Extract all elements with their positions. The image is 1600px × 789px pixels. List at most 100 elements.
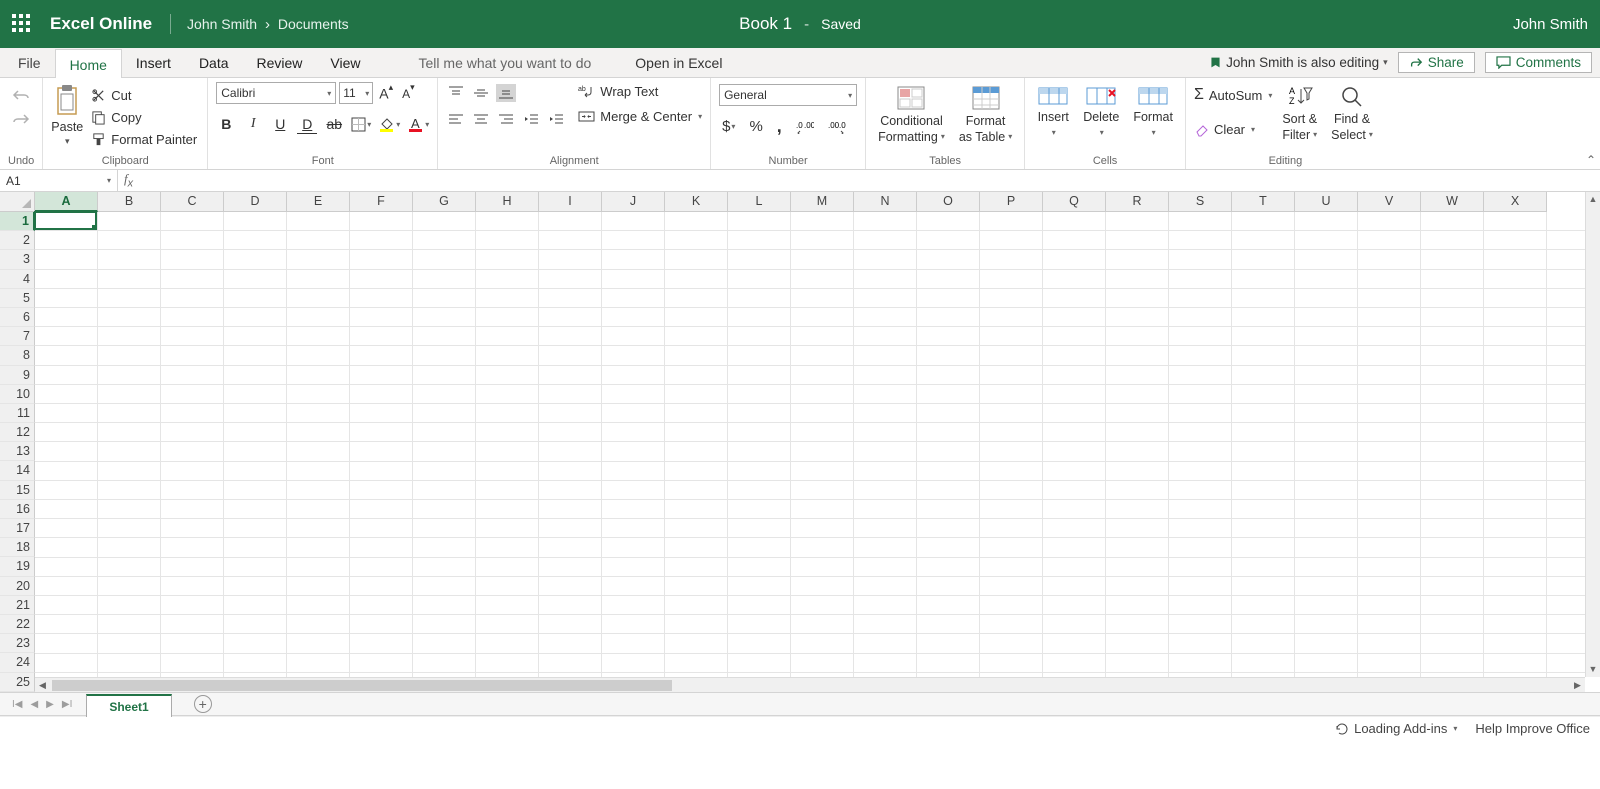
shrink-font-button[interactable]: A▾: [399, 83, 418, 103]
align-bottom-button[interactable]: [496, 84, 516, 102]
align-left-button[interactable]: [446, 110, 466, 128]
format-cells-button[interactable]: Format ▾: [1129, 82, 1177, 140]
sort-filter-button[interactable]: AZ Sort & Filter▾: [1278, 82, 1321, 142]
tab-review[interactable]: Review: [243, 48, 317, 77]
row-header[interactable]: 15: [0, 481, 35, 500]
decrease-decimal-button[interactable]: .00.0: [825, 118, 849, 136]
sheet-nav[interactable]: I◀ ◀ ▶ ▶I: [6, 699, 78, 710]
fill-color-button[interactable]: ▾: [378, 116, 400, 133]
double-underline-button[interactable]: D: [297, 114, 317, 134]
column-header[interactable]: F: [350, 192, 413, 212]
tab-home[interactable]: Home: [55, 49, 122, 79]
comments-button[interactable]: Comments: [1485, 52, 1592, 73]
row-header[interactable]: 9: [0, 366, 35, 385]
format-as-table-button[interactable]: Format as Table▾: [955, 82, 1016, 144]
column-header[interactable]: V: [1358, 192, 1421, 212]
font-size-select[interactable]: 11▾: [339, 82, 373, 104]
tab-file[interactable]: File: [4, 48, 55, 77]
row-header[interactable]: 11: [0, 404, 35, 423]
number-format-select[interactable]: General▾: [719, 84, 857, 106]
grow-font-button[interactable]: A▴: [376, 83, 396, 104]
tab-data[interactable]: Data: [185, 48, 243, 77]
name-box[interactable]: A1▾: [0, 170, 118, 191]
increase-indent-button[interactable]: [546, 110, 566, 128]
sheet-last-icon[interactable]: ▶I: [62, 699, 72, 710]
conditional-formatting-button[interactable]: Conditional Formatting▾: [874, 82, 949, 144]
breadcrumb-folder[interactable]: Documents: [278, 16, 349, 32]
align-top-button[interactable]: [446, 84, 466, 102]
column-header[interactable]: N: [854, 192, 917, 212]
column-header[interactable]: R: [1106, 192, 1169, 212]
row-header[interactable]: 24: [0, 653, 35, 672]
tab-insert[interactable]: Insert: [122, 48, 185, 77]
scroll-left-button[interactable]: ◀: [35, 680, 50, 691]
sheet-prev-icon[interactable]: ◀: [30, 699, 38, 710]
column-header[interactable]: I: [539, 192, 602, 212]
undo-icon[interactable]: [12, 88, 30, 102]
sheet-next-icon[interactable]: ▶: [46, 699, 54, 710]
column-header[interactable]: Q: [1043, 192, 1106, 212]
share-button[interactable]: Share: [1398, 52, 1475, 73]
row-header[interactable]: 21: [0, 596, 35, 615]
row-header[interactable]: 25: [0, 673, 35, 692]
cut-button[interactable]: Cut: [89, 86, 199, 105]
column-header[interactable]: J: [602, 192, 665, 212]
app-launcher-icon[interactable]: [12, 14, 32, 34]
column-header[interactable]: K: [665, 192, 728, 212]
horizontal-scrollbar[interactable]: ◀ ▶: [35, 677, 1585, 692]
column-header[interactable]: A: [35, 192, 98, 212]
breadcrumb-user[interactable]: John Smith: [187, 16, 257, 32]
column-header[interactable]: E: [287, 192, 350, 212]
decrease-indent-button[interactable]: [521, 110, 541, 128]
tab-view[interactable]: View: [316, 48, 374, 77]
delete-cells-button[interactable]: Delete ▾: [1079, 82, 1123, 140]
column-header[interactable]: D: [224, 192, 287, 212]
help-improve-office[interactable]: Help Improve Office: [1475, 721, 1590, 736]
collapse-ribbon-button[interactable]: ⌃: [1586, 153, 1596, 167]
row-header[interactable]: 20: [0, 577, 35, 596]
paste-button[interactable]: Paste ▾: [51, 82, 83, 147]
scroll-down-button[interactable]: ▼: [1586, 662, 1600, 677]
row-header[interactable]: 17: [0, 519, 35, 538]
sheet-first-icon[interactable]: I◀: [12, 699, 22, 710]
row-header[interactable]: 13: [0, 442, 35, 461]
select-all-button[interactable]: [0, 192, 35, 212]
borders-button[interactable]: ▾: [351, 117, 371, 132]
row-header[interactable]: 16: [0, 500, 35, 519]
column-header[interactable]: X: [1484, 192, 1547, 212]
current-user[interactable]: John Smith: [1513, 16, 1588, 33]
font-color-button[interactable]: A ▾: [407, 116, 429, 133]
column-header[interactable]: U: [1295, 192, 1358, 212]
cells-area[interactable]: [35, 212, 1585, 677]
new-sheet-button[interactable]: +: [194, 695, 212, 713]
document-title[interactable]: Book 1: [739, 14, 792, 34]
clear-button[interactable]: Clear ▾: [1194, 122, 1272, 137]
underline-button[interactable]: U: [270, 114, 290, 134]
redo-icon[interactable]: [12, 112, 30, 126]
fx-icon[interactable]: fx: [124, 171, 133, 190]
row-header[interactable]: 6: [0, 308, 35, 327]
row-header[interactable]: 1: [0, 212, 35, 231]
strikethrough-button[interactable]: ab: [324, 114, 344, 134]
column-header[interactable]: H: [476, 192, 539, 212]
column-header[interactable]: P: [980, 192, 1043, 212]
italic-button[interactable]: I: [243, 114, 263, 134]
scrollbar-thumb[interactable]: [52, 680, 672, 691]
merge-center-button[interactable]: Merge & Center ▾: [578, 109, 702, 124]
format-painter-button[interactable]: Format Painter: [89, 130, 199, 149]
insert-cells-button[interactable]: Insert ▾: [1033, 82, 1073, 140]
column-header[interactable]: S: [1169, 192, 1232, 212]
align-center-button[interactable]: [471, 110, 491, 128]
row-header[interactable]: 23: [0, 634, 35, 653]
column-header[interactable]: T: [1232, 192, 1295, 212]
row-header[interactable]: 7: [0, 327, 35, 346]
column-header[interactable]: G: [413, 192, 476, 212]
column-header[interactable]: W: [1421, 192, 1484, 212]
find-select-button[interactable]: Find & Select▾: [1327, 82, 1377, 142]
row-header[interactable]: 8: [0, 346, 35, 365]
copy-button[interactable]: Copy: [89, 108, 199, 127]
align-right-button[interactable]: [496, 110, 516, 128]
increase-decimal-button[interactable]: .0.00: [793, 118, 817, 136]
row-header[interactable]: 19: [0, 557, 35, 576]
loading-addins-status[interactable]: Loading Add-ins ▾: [1334, 721, 1457, 736]
